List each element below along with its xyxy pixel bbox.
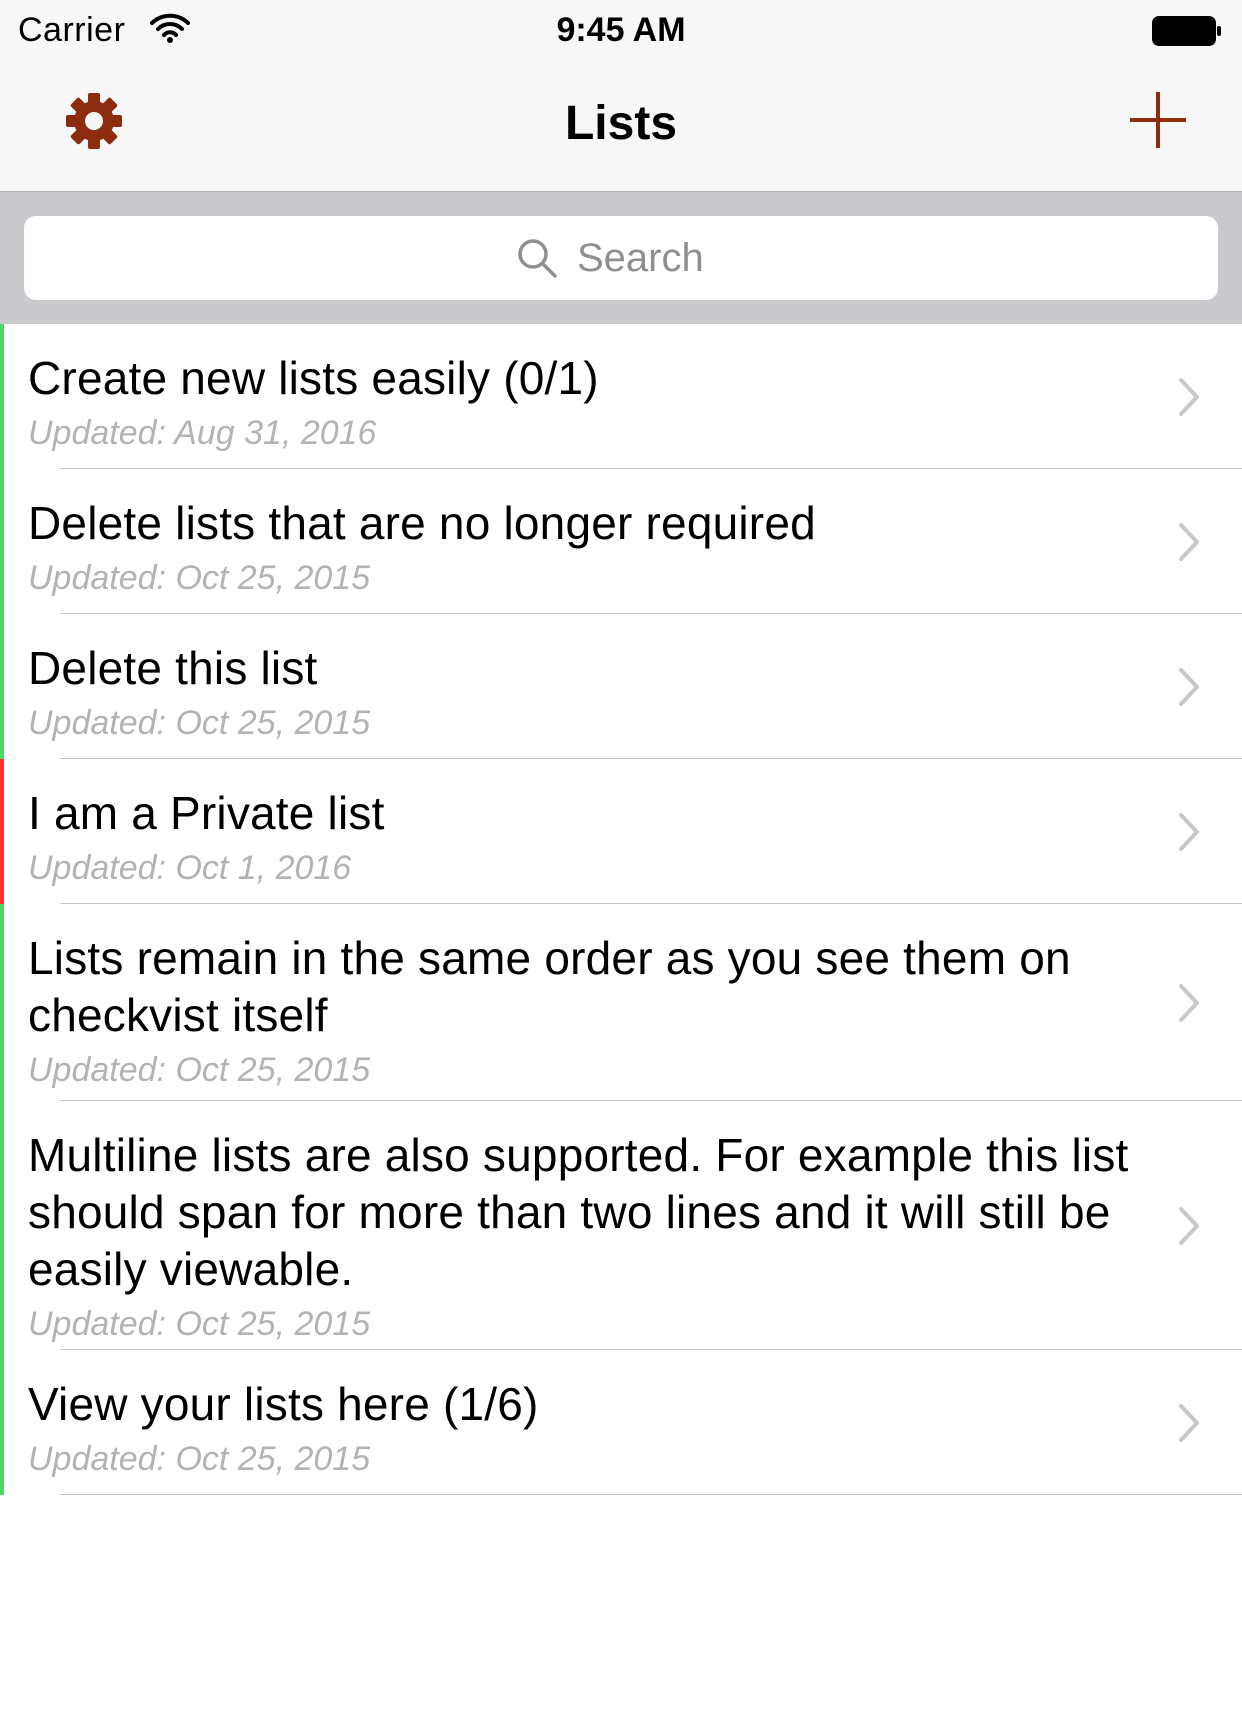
list-item-title: Delete this list (28, 642, 318, 694)
row-separator (60, 1494, 1242, 1495)
navigation-bar: Lists (0, 60, 1242, 192)
search-icon (518, 239, 557, 278)
list-status-indicator (0, 1350, 4, 1495)
chevron-right-icon (1179, 1206, 1199, 1245)
list-item[interactable]: Multiline lists are also supported. For … (0, 1101, 1242, 1350)
list-item[interactable]: Lists remain in the same order as you se… (0, 904, 1242, 1101)
search-field[interactable] (24, 216, 1218, 300)
status-time: 9:45 AM (556, 11, 686, 49)
list-item-updated: Updated: Oct 25, 2015 (28, 704, 371, 742)
chevron-right-icon (1179, 1403, 1199, 1442)
page-title: Lists (564, 97, 678, 150)
list-item-text: Delete lists that are no longer required… (28, 495, 1138, 598)
list-item-text: Lists remain in the same order as you se… (28, 930, 1138, 1090)
add-list-button[interactable] (1128, 90, 1188, 150)
list-item-text: Create new lists easily (0/1) Updated: Au… (28, 350, 1138, 453)
list-status-indicator (0, 759, 4, 904)
list-item-text: Delete this list Updated: Oct 25, 2015 (28, 640, 1138, 743)
list-item[interactable]: Delete lists that are no longer required… (0, 469, 1242, 614)
list-status-indicator (0, 614, 4, 759)
list-item-title: Create new lists easily (0/1) (28, 352, 599, 404)
search-bar (0, 192, 1242, 324)
list-item-text: I am a Private list Updated: Oct 1, 2016 (28, 785, 1138, 888)
lists-table: Create new lists easily (0/1) Updated: Au… (0, 324, 1242, 1495)
list-item-title: I am a Private list (28, 787, 385, 839)
list-status-indicator (0, 469, 4, 614)
list-status-indicator (0, 904, 4, 1101)
list-item-updated: Updated: Oct 25, 2015 (28, 559, 371, 597)
chevron-right-icon (1179, 983, 1199, 1022)
chevron-right-icon (1179, 812, 1199, 851)
chevron-right-icon (1179, 667, 1199, 706)
list-item-updated: Updated: Aug 31, 2016 (28, 414, 377, 452)
search-input[interactable] (577, 235, 727, 281)
list-item[interactable]: Delete this list Updated: Oct 25, 2015 (0, 614, 1242, 759)
list-item-title: Delete lists that are no longer required (28, 497, 816, 549)
list-item-title: Multiline lists are also supported. For … (28, 1129, 1129, 1295)
list-item[interactable]: View your lists here (1/6) Updated: Oct 2… (0, 1350, 1242, 1495)
list-item-text: Multiline lists are also supported. For … (28, 1127, 1138, 1344)
list-item-updated: Updated: Oct 1, 2016 (28, 849, 352, 887)
list-item-text: View your lists here (1/6) Updated: Oct 2… (28, 1376, 1138, 1479)
list-item-title: View your lists here (1/6) (28, 1378, 539, 1430)
list-item-title: Lists remain in the same order as you se… (28, 932, 1071, 1041)
list-item[interactable]: Create new lists easily (0/1) Updated: Au… (0, 324, 1242, 469)
status-bar: Carrier 9:45 AM (0, 0, 1242, 60)
plus-icon (1130, 92, 1186, 148)
list-item-updated: Updated: Oct 25, 2015 (28, 1440, 371, 1478)
chevron-right-icon (1179, 522, 1199, 561)
list-item-updated: Updated: Oct 25, 2015 (28, 1051, 371, 1089)
list-item-updated: Updated: Oct 25, 2015 (28, 1305, 371, 1343)
list-item[interactable]: I am a Private list Updated: Oct 1, 2016 (0, 759, 1242, 904)
battery-icon (1152, 16, 1221, 46)
chevron-right-icon (1179, 377, 1199, 416)
list-status-indicator (0, 1101, 4, 1350)
list-status-indicator (0, 324, 4, 469)
